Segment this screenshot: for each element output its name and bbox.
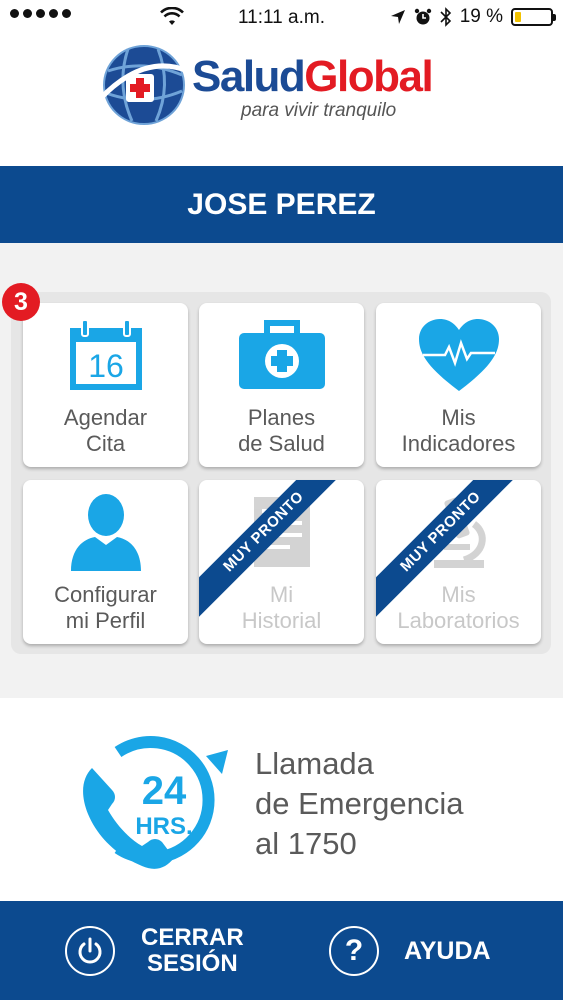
help-glyph: ? (344, 933, 364, 967)
emergency-line1: Llamada (255, 746, 374, 781)
tile-label-line2: Laboratorios (397, 608, 520, 633)
user-header: JOSE PEREZ (0, 166, 563, 261)
logout-label-line2: SESIÓN (146, 949, 238, 977)
tile-mis-laboratorios: Mis Laboratorios MUY PRONTO (376, 480, 541, 644)
tile-mis-indicadores[interactable]: Mis Indicadores (376, 303, 541, 467)
tile-label-line2: de Salud (238, 431, 325, 456)
heart-pulse-icon (418, 319, 499, 391)
tile-configurar-perfil[interactable]: Configurar mi Perfil (23, 480, 188, 644)
brand-name: SaludGlobal (192, 52, 434, 102)
brand-part-global: Global (304, 52, 433, 101)
tile-label-line1: Planes (247, 405, 316, 430)
profile-icon (70, 494, 141, 571)
tile-label-line2: Historial (241, 608, 322, 633)
battery-icon (511, 8, 556, 26)
power-icon (65, 925, 115, 976)
status-bar: 11:11 a.m. 19 % (0, 0, 563, 36)
emergency-line3: al 1750 (255, 826, 357, 861)
tile-label-line1: Mis (441, 405, 476, 430)
tile-label-line2: mi Perfil (65, 608, 146, 633)
notification-badge: 3 (2, 283, 40, 321)
help-button[interactable]: ? AYUDA (329, 901, 491, 1000)
tile-mi-historial: Mi Historial MUY PRONTO (199, 480, 364, 644)
globe-cross-icon (98, 45, 189, 125)
tile-label-line1: Configurar (54, 582, 157, 607)
emergency-hrs-label: HRS. (135, 813, 192, 840)
brand-part-salud: Salud (192, 52, 306, 101)
tile-label-line1: Agendar (63, 405, 148, 430)
tile-planes-de-salud[interactable]: Planes de Salud (199, 303, 364, 467)
battery-percentage: 19 % (459, 6, 503, 27)
alarm-clock-icon (414, 8, 431, 25)
emergency-line2: de Emergencia (255, 786, 464, 821)
logout-button[interactable]: CERRAR SESIÓN (65, 901, 244, 1000)
emergency-24-number: 24 (142, 769, 187, 813)
help-label: AYUDA (404, 936, 491, 965)
calendar-icon: 16 (69, 319, 142, 390)
tile-label-line2: Indicadores (401, 431, 516, 456)
tile-label-line2: Cita (85, 431, 126, 456)
emergency-text: Llamada de Emergencia al 1750 (255, 744, 464, 864)
calendar-day: 16 (88, 348, 124, 384)
bluetooth-icon (440, 7, 451, 27)
logout-label-line1: CERRAR (141, 923, 244, 951)
user-name: JOSE PEREZ (187, 188, 376, 221)
tile-agendar-cita[interactable]: 16 Agendar Cita (23, 303, 188, 467)
location-arrow-icon (390, 10, 405, 24)
emergency-call-section[interactable]: 24 HRS. Llamada de Emergencia al 1750 (0, 700, 563, 900)
brand-tagline: para vivir tranquilo (241, 100, 397, 121)
help-icon: ? (329, 925, 379, 976)
salud-global-logo: SaludGlobal para vivir tranquilo (95, 40, 475, 130)
emergency-24h-phone-icon: 24 HRS. (83, 736, 228, 869)
medical-kit-icon (238, 320, 325, 389)
bottom-bar: CERRAR SESIÓN ? AYUDA (0, 901, 563, 1000)
